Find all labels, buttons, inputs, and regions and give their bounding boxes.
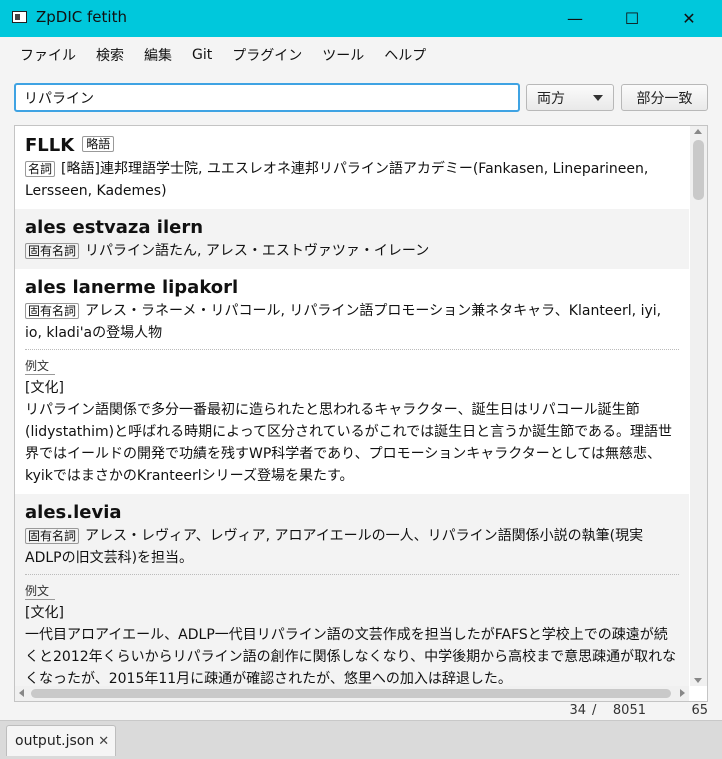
results-list[interactable]: FLLK 略語 名詞 [略語]連邦理語学士院, ユエスレオネ連邦リパライン語アカデミ… (14, 125, 708, 702)
maximize-button[interactable]: ☐ (606, 0, 658, 37)
entry-headword: ales estvaza ilern (25, 217, 204, 238)
chevron-down-icon (593, 94, 603, 101)
pos-tag: 名詞 (25, 161, 56, 177)
menu-edit[interactable]: 編集 (134, 41, 182, 69)
horizontal-scroll-thumb[interactable] (31, 689, 671, 698)
entry-meaning: 固有名詞 リパライン語たん, アレス・エストヴァツァ・イレーン (25, 240, 679, 262)
search-mode-value: 両方 (537, 90, 565, 107)
vertical-scroll-thumb[interactable] (693, 140, 704, 200)
pos-tag: 固有名詞 (25, 243, 80, 259)
tab-label: output.json (15, 733, 95, 749)
tab-bar: output.json ✕ (0, 720, 722, 759)
list-item[interactable]: ales lanerme lipakorl 固有名詞 アレス・ラネーメ・リパコール… (15, 269, 689, 494)
headword-tag: 略語 (82, 136, 115, 152)
entry-headword: ales.levia (25, 502, 122, 523)
menu-help[interactable]: ヘルプ (374, 41, 436, 69)
menu-bar: ファイル 検索 編集 Git プラグイン ツール ヘルプ (0, 37, 722, 73)
list-item[interactable]: ales.levia 固有名詞 アレス・レヴィア、レヴィア, アロアイエールの一人… (15, 494, 689, 686)
app-icon (12, 11, 27, 23)
meaning-text: リパライン語たん, アレス・エストヴァツァ・イレーン (85, 243, 430, 259)
divider (25, 349, 679, 350)
entry-meaning: 名詞 [略語]連邦理語学士院, ユエスレオネ連邦リパライン語アカデミー(Fanka… (25, 158, 679, 202)
example-label: 例文 (25, 358, 56, 375)
minimize-button[interactable]: — (549, 0, 601, 37)
entry-headword: FLLK 略語 (25, 132, 679, 158)
meaning-text: アレス・レヴィア、レヴィア, アロアイエールの一人、リパライン語関係小説の執筆(… (25, 528, 644, 566)
status-right: 65 (691, 703, 708, 718)
status-total: 8051 (612, 703, 646, 718)
search-mode-select[interactable]: 両方 (526, 84, 614, 111)
menu-plugin[interactable]: プラグイン (222, 41, 312, 69)
tab-output-json[interactable]: output.json ✕ (6, 725, 117, 756)
scroll-down-icon[interactable] (694, 678, 702, 683)
divider (25, 574, 679, 575)
close-button[interactable]: ✕ (663, 0, 715, 37)
list-item[interactable]: FLLK 略語 名詞 [略語]連邦理語学士院, ユエスレオネ連邦リパライン語アカデミ… (15, 126, 689, 209)
close-icon[interactable]: ✕ (98, 734, 109, 749)
scroll-left-icon[interactable] (19, 689, 24, 697)
meaning-text: [略語]連邦理語学士院, ユエスレオネ連邦リパライン語アカデミー(Fankase… (25, 161, 649, 199)
headword-text: FLLK (25, 135, 75, 156)
entry-meaning: 固有名詞 アレス・レヴィア、レヴィア, アロアイエールの一人、リパライン語関係小説… (25, 525, 679, 569)
example-text: [文化] リパライン語関係で多分一番最初に造られたと思われるキャラクター、誕生日… (25, 380, 673, 484)
pos-tag: 固有名詞 (25, 303, 80, 319)
list-item[interactable]: ales estvaza ilern 固有名詞 リパライン語たん, アレス・エスト… (15, 209, 689, 269)
match-type-button[interactable]: 部分一致 (621, 84, 708, 111)
example-text: [文化] 一代目アロアイエール、ADLP一代目リパライン語の文芸作成を担当したが… (25, 605, 677, 686)
menu-file[interactable]: ファイル (10, 41, 86, 69)
meaning-text: アレス・ラネーメ・リパコール, リパライン語プロモーション兼ネタキャラ、Klan… (25, 303, 662, 341)
scroll-right-icon[interactable] (680, 689, 685, 697)
results-entries: FLLK 略語 名詞 [略語]連邦理語学士院, ユエスレオネ連邦リパライン語アカデミ… (15, 126, 689, 686)
status-bar: 34 / 8051 65 (0, 703, 722, 720)
search-input[interactable] (14, 83, 520, 112)
vertical-scrollbar[interactable] (690, 126, 707, 686)
entry-headword: ales lanerme lipakorl (25, 277, 239, 298)
example-label: 例文 (25, 583, 56, 600)
status-current: 34 (569, 703, 586, 718)
title-bar: ZpDIC fetith — ☐ ✕ (0, 0, 722, 37)
menu-tools[interactable]: ツール (312, 41, 374, 69)
status-slash: / (592, 703, 597, 718)
menu-search[interactable]: 検索 (86, 41, 134, 69)
scroll-up-icon[interactable] (694, 129, 702, 134)
pos-tag: 固有名詞 (25, 528, 80, 544)
window-title: ZpDIC fetith (36, 8, 127, 26)
horizontal-scrollbar[interactable] (15, 686, 689, 701)
entry-meaning: 固有名詞 アレス・ラネーメ・リパコール, リパライン語プロモーション兼ネタキャラ、… (25, 300, 679, 344)
menu-git[interactable]: Git (182, 43, 222, 67)
